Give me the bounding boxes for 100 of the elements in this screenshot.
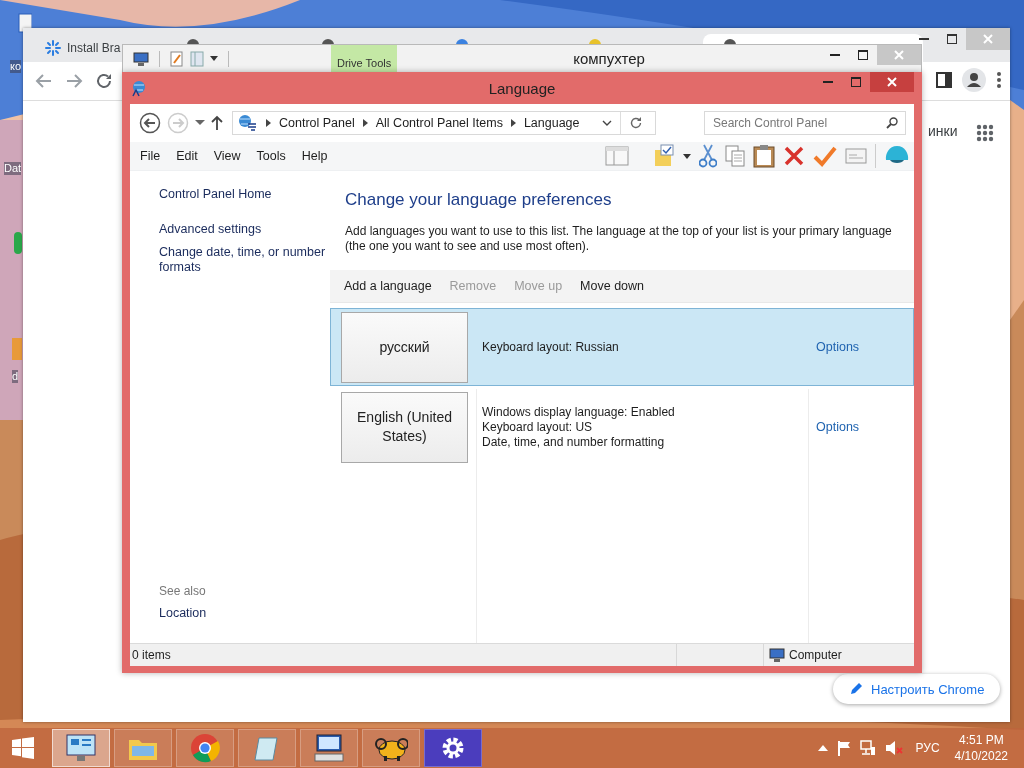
search-field[interactable]: Search Control Panel [704, 111, 906, 135]
tab-favicon-icon[interactable] [186, 38, 200, 44]
desktop-icon-label: ко [10, 60, 22, 73]
language-name: русский [341, 311, 468, 383]
item-count: 0 items [132, 648, 171, 662]
close-button[interactable] [870, 72, 914, 92]
page-text: инки [928, 123, 958, 139]
minimize-icon [919, 38, 929, 40]
search-icon [886, 117, 898, 129]
chevron-right-icon [266, 119, 271, 127]
toolbar-button[interactable]: Add a language [338, 279, 438, 293]
menu-item[interactable]: View [211, 149, 249, 163]
taskbar-button[interactable] [300, 729, 358, 767]
gear-icon [441, 736, 465, 760]
customize-chrome-button[interactable]: Настроить Chrome [833, 674, 1001, 704]
maximize-icon [858, 50, 868, 60]
dropdown-icon[interactable] [683, 153, 691, 159]
maximize-icon [851, 77, 861, 87]
properties-icon[interactable] [170, 50, 184, 67]
reload-icon[interactable] [95, 72, 113, 90]
desktop-icon-label: d [12, 370, 19, 383]
up-button[interactable] [211, 115, 223, 131]
breadcrumb-item[interactable]: All Control Panel Items [375, 116, 503, 130]
tab-favicon-icon[interactable] [723, 38, 737, 44]
pencil-icon [849, 682, 863, 696]
globe-icon [236, 113, 258, 133]
more-icon[interactable] [996, 71, 1002, 89]
close-icon [894, 50, 904, 60]
status-location: Computer [789, 648, 842, 662]
breadcrumb-item[interactable]: Control Panel [279, 116, 355, 130]
back-button[interactable] [139, 112, 161, 134]
copy-icon[interactable] [725, 145, 745, 167]
notepad-icon [253, 734, 281, 762]
back-icon[interactable] [35, 72, 53, 90]
clock-date[interactable]: 4/10/2022 [954, 748, 1008, 764]
control-panel-icon [65, 733, 97, 763]
chevron-down-icon[interactable] [602, 120, 612, 126]
computer-icon[interactable] [133, 51, 149, 66]
context-tab[interactable]: Drive Tools [331, 45, 398, 72]
desktop-icon-label: Dat [4, 162, 22, 175]
taskbar-button[interactable] [424, 729, 482, 767]
avatar-icon[interactable] [962, 68, 986, 92]
minimize-icon [823, 81, 833, 83]
options-link[interactable]: Options [816, 340, 860, 354]
menu-item[interactable]: Tools [254, 149, 294, 163]
sidebar-link[interactable]: Control Panel Home [159, 187, 330, 202]
language-name: English (United States) [341, 391, 468, 463]
apps-grid-icon[interactable] [976, 124, 994, 142]
chevron-right-icon [362, 119, 368, 127]
window-title: компухтер [572, 50, 646, 67]
up-arrow-icon [211, 115, 223, 131]
chrome-logo-icon [190, 733, 220, 763]
globe-icon [130, 79, 148, 97]
toolbar-button[interactable]: Move down [574, 279, 651, 293]
taskbar-button[interactable] [362, 729, 420, 767]
cut-icon[interactable] [699, 144, 717, 168]
computer-icon [769, 648, 785, 662]
delete-icon[interactable] [783, 145, 805, 167]
page-heading: Change your language preferences [345, 190, 613, 210]
maximize-icon [947, 34, 957, 44]
close-icon [983, 34, 993, 44]
options-link[interactable]: Options [816, 420, 860, 434]
tab-label[interactable]: Install Bra [67, 41, 121, 55]
folder-check-icon[interactable] [653, 144, 675, 168]
forward-icon[interactable] [65, 72, 83, 90]
language-detail: Keyboard layout: Russian [482, 339, 620, 355]
refresh-icon[interactable] [629, 116, 643, 130]
input-language-indicator[interactable]: РУС [915, 741, 940, 755]
minimize-icon [830, 54, 840, 56]
close-icon [887, 77, 897, 87]
sidebar-link[interactable]: Change date, time, or number formats [159, 245, 330, 275]
sidebar-link[interactable]: Advanced settings [159, 222, 330, 237]
paste-icon[interactable] [753, 144, 775, 168]
menu-item[interactable]: Help [299, 149, 336, 163]
window-title: Language [488, 79, 556, 97]
recent-dropdown[interactable] [195, 120, 205, 126]
volume-muted-icon[interactable] [884, 740, 903, 756]
clock-time[interactable]: 4:51 PM [958, 732, 1004, 748]
see-also-heading: See also [159, 584, 207, 598]
dropdown-icon[interactable] [210, 55, 218, 62]
chevron-up-icon[interactable] [817, 745, 828, 751]
menu-item[interactable]: File [138, 149, 169, 163]
checkmark-icon[interactable] [813, 145, 837, 167]
address-bar[interactable]: Control Panel All Control Panel Items Language [232, 111, 656, 135]
sparkle-icon [45, 40, 61, 56]
network-icon[interactable] [859, 740, 876, 756]
forward-icon [167, 112, 189, 134]
language-detail: Windows display language: Enabled [482, 404, 676, 420]
sidebar-link[interactable]: Location [159, 606, 330, 621]
language-detail: Date, time, and number formatting [482, 434, 666, 450]
chevron-right-icon [510, 119, 516, 127]
tab-favicon-icon[interactable] [455, 38, 469, 44]
language-row[interactable]: English (United States) Windows display language: Enabled Keyboard layout: US Date, time, and number formatting Options [330, 388, 914, 466]
tab-favicon-icon[interactable] [321, 38, 335, 44]
breadcrumb-item[interactable]: Language [523, 116, 580, 130]
menu-item[interactable]: Edit [174, 149, 206, 163]
sidebar-icon[interactable] [936, 72, 952, 88]
flag-icon[interactable] [836, 740, 851, 756]
language-row[interactable]: русский Keyboard layout: Russian Options [330, 308, 914, 386]
windows-logo-icon [12, 737, 34, 759]
